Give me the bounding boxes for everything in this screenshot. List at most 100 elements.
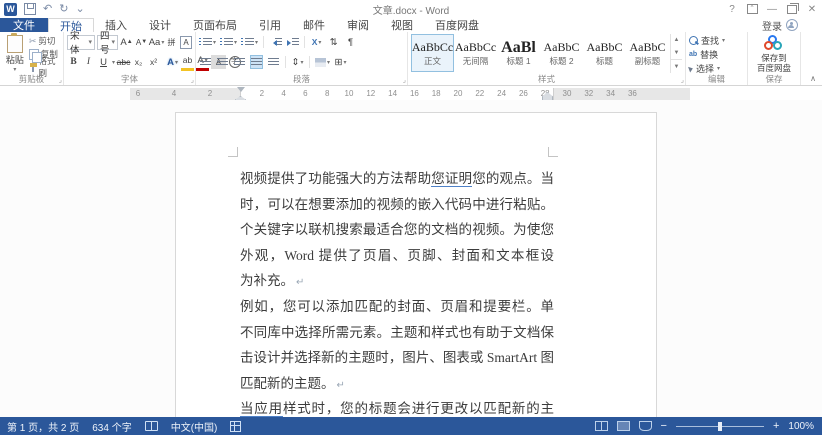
style-item-标题 2[interactable]: AaBbC标题 2 <box>540 34 583 72</box>
save-to-baidu-button[interactable]: 保存到 百度网盘 <box>751 34 797 73</box>
document-line[interactable]: 当应用样式时，您的标题会进行更改以匹配新的主题。使用在需要位 <box>240 396 554 417</box>
bold-button[interactable]: B <box>67 55 80 69</box>
increase-indent-button[interactable] <box>286 35 299 49</box>
align-center-button[interactable] <box>216 55 229 69</box>
collapse-ribbon-button[interactable]: ∧ <box>810 74 816 83</box>
page-number-indicator[interactable]: 第 1 页，共 2 页 <box>7 419 79 434</box>
proofing-status-icon[interactable] <box>145 421 158 431</box>
show-hide-marks-button[interactable]: ¶ <box>344 35 357 49</box>
tab-视图[interactable]: 视图 <box>380 18 424 32</box>
styles-dialog-launcher[interactable]: ⌟ <box>681 76 684 84</box>
document-line[interactable]: 不同库中选择所需元素。主题和样式也有助于文档保持协调。当您单 <box>240 320 554 346</box>
tab-百度网盘[interactable]: 百度网盘 <box>424 18 490 32</box>
cut-button[interactable]: ✂ 剪切 <box>29 35 60 47</box>
replace-button[interactable]: ab 替换 <box>689 48 744 61</box>
change-case-button[interactable]: Aa▾ <box>150 35 163 49</box>
align-left-button[interactable] <box>199 55 212 69</box>
restore-button[interactable] <box>782 0 802 18</box>
tab-邮件[interactable]: 邮件 <box>292 18 336 32</box>
zoom-out-button[interactable]: − <box>661 421 667 431</box>
zoom-slider-thumb[interactable] <box>718 422 722 431</box>
borders-button[interactable]: ⊞▾ <box>334 55 347 69</box>
italic-button[interactable]: I <box>82 55 95 69</box>
style-item-无间隔[interactable]: AaBbCc无间隔 <box>454 34 497 72</box>
document-line[interactable]: 外观，Word 提供了页眉、页脚、封面和文本框设计，这些设计可互 <box>240 243 554 269</box>
sort-button[interactable]: ⇅ <box>327 35 340 49</box>
underline-button[interactable]: U <box>97 55 110 69</box>
style-item-副标题[interactable]: AaBbC副标题 <box>626 34 669 72</box>
phonetic-guide-button[interactable]: 拼 <box>165 35 178 49</box>
ribbon-display-options-button[interactable]: ^ <box>742 0 762 18</box>
zoom-slider[interactable] <box>676 426 764 427</box>
multilevel-list-button[interactable]: ▾ <box>241 35 258 49</box>
asian-layout-button[interactable]: X▾ <box>310 35 323 49</box>
style-item-标题 1[interactable]: AaBl标题 1 <box>497 34 540 72</box>
bullets-button[interactable]: ▾ <box>199 35 216 49</box>
print-layout-view-button[interactable] <box>617 421 630 431</box>
save-icon[interactable] <box>24 3 36 15</box>
first-line-indent-marker[interactable] <box>237 87 245 96</box>
tab-file[interactable]: 文件 <box>0 18 48 32</box>
ruler-number: 34 <box>606 89 615 98</box>
line-spacing-button[interactable]: ⇕▾ <box>291 55 304 69</box>
style-item-标题[interactable]: AaBbC标题 <box>583 34 626 72</box>
numbering-button[interactable]: ▾ <box>220 35 237 49</box>
minimize-button[interactable]: — <box>762 0 782 18</box>
strikethrough-button[interactable]: abc <box>117 55 130 69</box>
style-name: 无间隔 <box>463 55 489 67</box>
font-size-combo[interactable]: 四号▾ <box>97 35 118 50</box>
customize-qat-button[interactable]: ⌄ <box>75 3 84 16</box>
undo-button[interactable]: ↶ <box>43 3 52 16</box>
shrink-font-button[interactable]: A▼ <box>135 35 148 49</box>
document-line[interactable]: 个关键字以联机搜索最适合您的文档的视频。为使您的文档具有专业 <box>240 217 554 243</box>
word-count-indicator[interactable]: 634 个字 <box>92 419 131 434</box>
subscript-button[interactable]: x₂ <box>132 55 145 69</box>
close-button[interactable]: ✕ <box>802 0 822 18</box>
paste-dropdown-icon[interactable]: ▾ <box>13 66 16 73</box>
underline-dropdown-icon[interactable]: ▾ <box>112 59 115 66</box>
character-border-button[interactable]: A <box>180 36 192 49</box>
font-dialog-launcher[interactable]: ⌟ <box>191 76 194 84</box>
text-effects-button[interactable]: A▾ <box>166 55 179 69</box>
help-button[interactable]: ? <box>722 0 742 18</box>
tab-审阅[interactable]: 审阅 <box>336 18 380 32</box>
document-line[interactable]: 为补充。↵ <box>240 268 554 294</box>
font-name-combo[interactable]: 宋体▾ <box>67 35 95 50</box>
document-line[interactable]: 视频提供了功能强大的方法帮助您证明您的观点。当您单击联机视频 <box>240 166 554 192</box>
superscript-button[interactable]: x² <box>147 55 160 69</box>
sign-in[interactable]: 登录 <box>762 18 798 32</box>
zoom-in-button[interactable]: + <box>773 421 779 431</box>
justify-button[interactable] <box>250 55 263 69</box>
horizontal-ruler[interactable]: 64224681012141618202224262830323436 <box>130 88 690 100</box>
web-layout-view-button[interactable] <box>639 421 652 431</box>
tab-引用[interactable]: 引用 <box>248 18 292 32</box>
distribute-button[interactable] <box>267 55 280 69</box>
text-highlight-button[interactable]: ab <box>181 54 194 71</box>
document-line[interactable]: 击设计并选择新的主题时，图片、图表或 SmartArt 图形将会更改以 <box>240 345 554 371</box>
format-painter-button[interactable]: 格式刷 <box>29 61 60 73</box>
document-line[interactable]: 时，可以在想要添加的视频的嵌入代码中进行粘贴。您也可以键入一 <box>240 192 554 218</box>
align-right-button[interactable] <box>233 55 246 69</box>
language-indicator[interactable]: 中文(中国) <box>171 419 218 434</box>
clipboard-dialog-launcher[interactable]: ⌟ <box>59 76 62 84</box>
paragraph-dialog-launcher[interactable]: ⌟ <box>403 76 406 84</box>
styles-scroll-up-button[interactable]: ▲ <box>671 34 682 47</box>
tab-页面布局[interactable]: 页面布局 <box>182 18 248 32</box>
shading-button[interactable]: ▾ <box>315 55 330 69</box>
read-mode-view-button[interactable] <box>595 421 608 431</box>
document-line[interactable]: 例如，您可以添加匹配的封面、页眉和提要栏。单击“插入”，然后从 <box>240 294 554 320</box>
styles-scroll-down-button[interactable]: ▼ <box>671 47 682 60</box>
styles-more-button[interactable]: ▼ <box>671 59 682 73</box>
decrease-indent-button[interactable] <box>269 35 282 49</box>
document-canvas[interactable]: 视频提供了功能强大的方法帮助您证明您的观点。当您单击联机视频时，可以在想要添加的… <box>0 100 822 417</box>
zoom-level[interactable]: 100% <box>788 421 814 432</box>
document-line[interactable]: 匹配新的主题。↵ <box>240 371 554 397</box>
document-text[interactable]: 视频提供了功能强大的方法帮助您证明您的观点。当您单击联机视频时，可以在想要添加的… <box>240 166 554 417</box>
find-button[interactable]: 查找 ▾ <box>689 34 744 47</box>
paste-button[interactable]: 粘贴 ▾ <box>3 34 27 73</box>
tab-设计[interactable]: 设计 <box>138 18 182 32</box>
style-item-正文[interactable]: AaBbCc正文 <box>411 34 454 72</box>
input-mode-icon[interactable] <box>230 421 241 432</box>
grow-font-button[interactable]: A▲ <box>120 35 133 49</box>
redo-button[interactable]: ↻ <box>59 3 68 16</box>
